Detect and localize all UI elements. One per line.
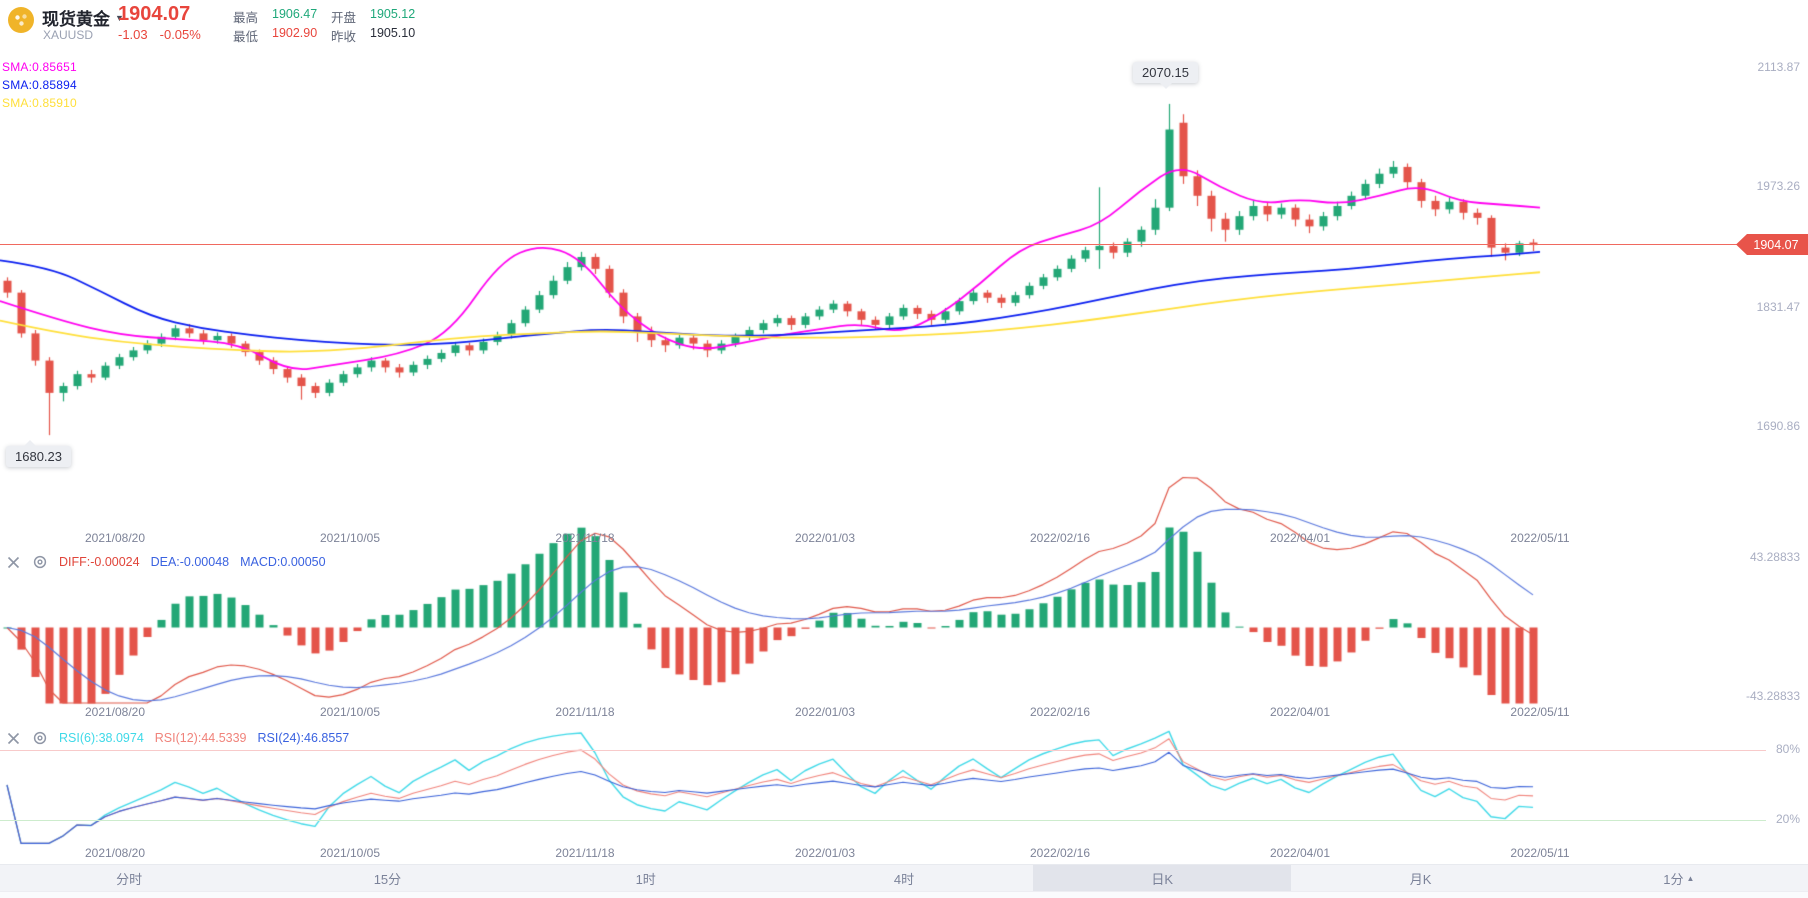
date-label: 2021/08/20 <box>67 705 163 719</box>
sma-label-3: SMA:0.85910 <box>2 96 77 110</box>
rsi-settings-gear-icon[interactable] <box>32 730 48 746</box>
timeframe-dropdown-arrow-icon: ▲ <box>1686 874 1694 883</box>
rsi-pane-header: RSI(6):38.0974 RSI(12):44.5339 RSI(24):4… <box>6 729 349 747</box>
date-label: 2022/05/11 <box>1492 846 1588 860</box>
date-label: 2021/11/18 <box>537 846 633 860</box>
date-label: 2022/02/16 <box>1012 846 1108 860</box>
rsi6-label: RSI(6):38.0974 <box>59 731 144 745</box>
timeframe-tab-monthly[interactable]: 月K <box>1291 865 1549 891</box>
timeframe-tab-daily[interactable]: 日K <box>1033 865 1291 891</box>
bottom-strip <box>0 891 1808 898</box>
macd-axis-min: -43.28833 <box>1710 689 1800 703</box>
open-label: 开盘 <box>331 7 356 26</box>
timeframe-tab-15min[interactable]: 15分 <box>258 865 516 891</box>
price-axis-tick-4: 1690.86 <box>1730 419 1800 433</box>
prev-close-value: 1905.10 <box>370 26 415 40</box>
rsi-close-icon[interactable] <box>6 731 21 746</box>
macd-pane-header: DIFF:-0.00024 DEA:-0.00048 MACD:0.00050 <box>6 553 326 571</box>
date-label: 2022/05/11 <box>1492 531 1588 545</box>
current-price-line <box>0 244 1744 245</box>
price-axis-tick-3: 1831.47 <box>1730 300 1800 314</box>
date-label: 2022/04/01 <box>1252 705 1348 719</box>
date-label: 2022/02/16 <box>1012 531 1108 545</box>
date-label: 2022/01/03 <box>777 705 873 719</box>
rsi-axis-lower: 20% <box>1710 812 1800 826</box>
timeframe-tab-4hour[interactable]: 4时 <box>775 865 1033 891</box>
rsi-overbought-line <box>0 750 1766 751</box>
symbol-name: 现货黄金 <box>42 5 110 30</box>
current-price-badge: 1904.07 <box>1736 234 1808 255</box>
macd-axis-max: 43.28833 <box>1710 550 1800 564</box>
date-label: 2021/10/05 <box>302 531 398 545</box>
current-price: 1904.07 <box>118 3 190 26</box>
date-label: 2021/08/20 <box>67 846 163 860</box>
trading-chart-app: 现货黄金 ▼ XAUUSD 1904.07 -1.03 -0.05% 最高 19… <box>0 0 1808 898</box>
date-label: 2021/10/05 <box>302 705 398 719</box>
timeframe-tab-fenshi[interactable]: 分时 <box>0 865 258 891</box>
period-low-tooltip: 1680.23 <box>6 446 71 467</box>
low-value: 1902.90 <box>272 26 317 40</box>
open-value: 1905.12 <box>370 7 415 21</box>
date-label: 2022/04/01 <box>1252 846 1348 860</box>
price-axis-tick-1: 2113.87 <box>1730 60 1800 74</box>
macd-value-label: MACD:0.00050 <box>240 555 325 569</box>
timeframe-bar: 分时 15分 1时 4时 日K 月K 1分 ▲ <box>0 864 1808 891</box>
macd-chart-canvas[interactable] <box>0 470 1808 705</box>
sma-label-1: SMA:0.85651 <box>2 60 77 74</box>
high-value: 1906.47 <box>272 7 317 21</box>
symbol-selector[interactable]: 现货黄金 ▼ <box>42 5 124 30</box>
date-label: 2022/02/16 <box>1012 705 1108 719</box>
date-label: 2021/08/20 <box>67 531 163 545</box>
date-label: 2022/05/11 <box>1492 705 1588 719</box>
macd-close-icon[interactable] <box>6 555 21 570</box>
main-chart-canvas[interactable] <box>0 50 1808 528</box>
date-label: 2022/01/03 <box>777 846 873 860</box>
symbol-logo-icon <box>8 7 34 33</box>
macd-settings-gear-icon[interactable] <box>32 554 48 570</box>
price-change: -1.03 -0.05% <box>118 27 201 42</box>
rsi24-label: RSI(24):46.8557 <box>258 731 350 745</box>
rsi-oversold-line <box>0 820 1766 821</box>
sma-label-2: SMA:0.85894 <box>2 78 77 92</box>
change-value: -1.03 <box>118 27 148 42</box>
macd-dea-label: DEA:-0.00048 <box>151 555 230 569</box>
macd-diff-label: DIFF:-0.00024 <box>59 555 140 569</box>
timeframe-tab-1min[interactable]: 1分 ▲ <box>1550 865 1808 891</box>
date-label: 2021/11/18 <box>537 705 633 719</box>
timeframe-tab-1hour[interactable]: 1时 <box>517 865 775 891</box>
symbol-code: XAUUSD <box>43 28 93 42</box>
date-label: 2021/10/05 <box>302 846 398 860</box>
price-axis-tick-2: 1973.26 <box>1730 179 1800 193</box>
change-percent: -0.05% <box>160 27 201 42</box>
high-label: 最高 <box>233 7 258 26</box>
low-label: 最低 <box>233 26 258 45</box>
date-label: 2021/11/18 <box>537 531 633 545</box>
rsi12-label: RSI(12):44.5339 <box>155 731 247 745</box>
rsi-axis-upper: 80% <box>1710 742 1800 756</box>
prev-close-label: 昨收 <box>331 26 356 45</box>
period-high-tooltip: 2070.15 <box>1133 62 1198 83</box>
date-label: 2022/04/01 <box>1252 531 1348 545</box>
date-label: 2022/01/03 <box>777 531 873 545</box>
